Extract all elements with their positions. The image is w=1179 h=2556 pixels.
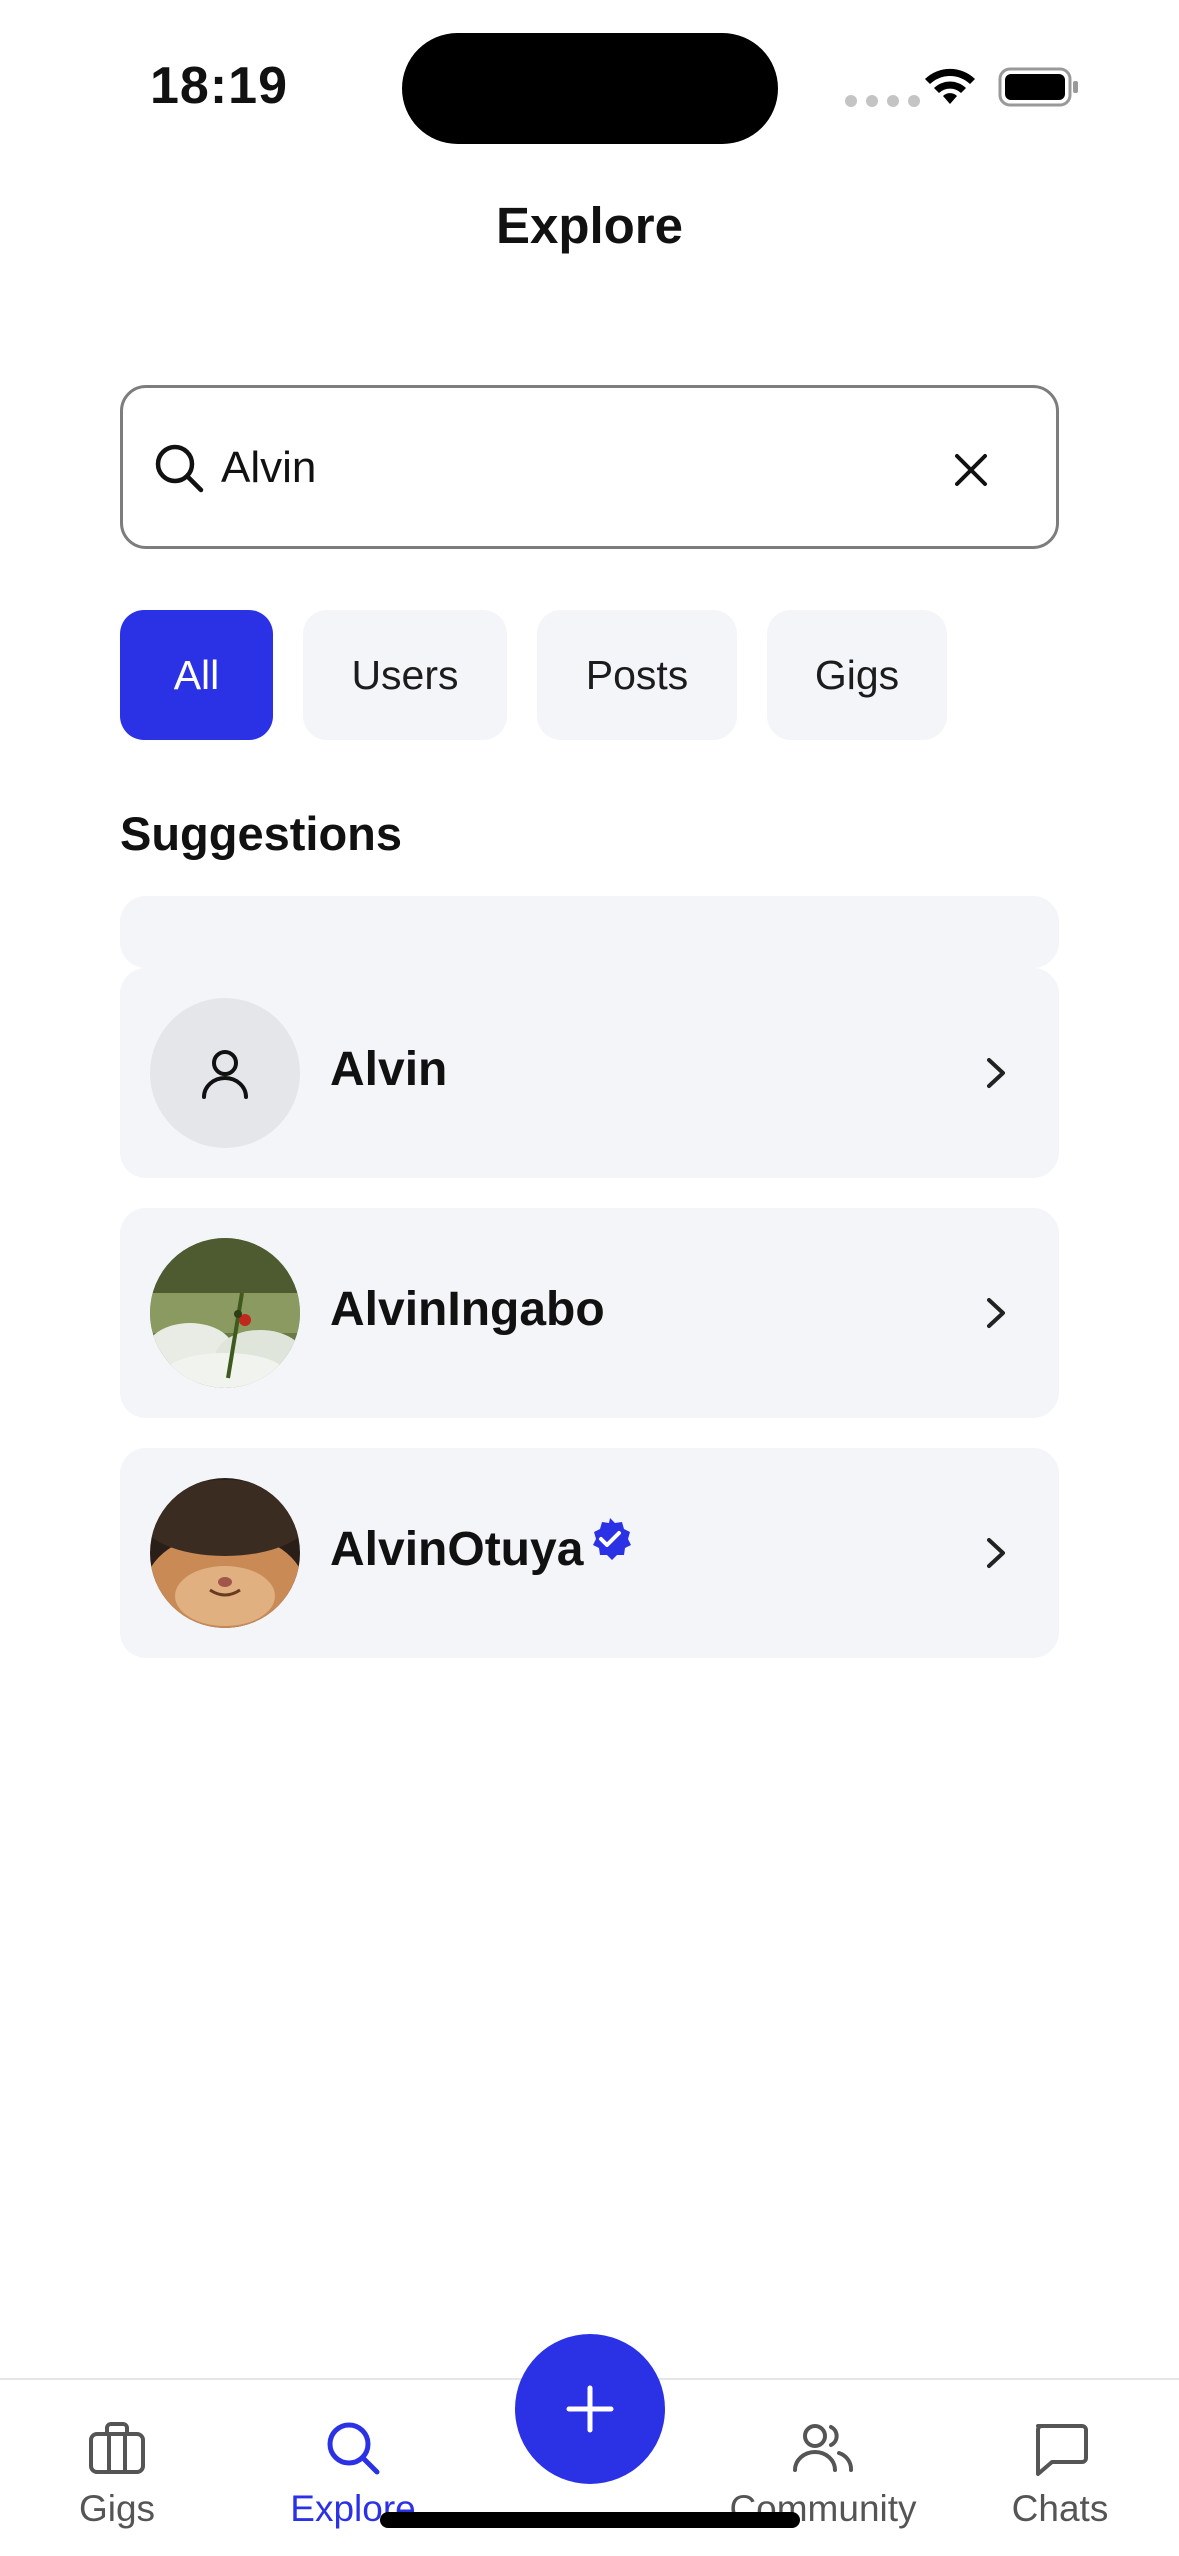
- status-time: 18:19: [150, 57, 288, 115]
- chevron-right-icon: [987, 1298, 1005, 1328]
- users-icon: [793, 2424, 853, 2472]
- cellular-signal-icon: [845, 95, 920, 107]
- list-item[interactable]: AlvinIngabo: [120, 1208, 1059, 1418]
- tab-explore[interactable]: Explore: [243, 2380, 463, 2556]
- avatar: [150, 1238, 300, 1388]
- list-item[interactable]: Alvin: [120, 968, 1059, 1178]
- tab-gigs[interactable]: Gigs: [7, 2380, 227, 2556]
- user-name: Alvin: [330, 1043, 448, 1096]
- filter-chip-gigs[interactable]: Gigs: [767, 610, 947, 740]
- search-input[interactable]: [221, 428, 921, 508]
- tab-chats[interactable]: Chats: [950, 2380, 1170, 2556]
- filter-chip-posts[interactable]: Posts: [537, 610, 737, 740]
- wifi-icon: [925, 68, 975, 104]
- tab-label: Chats: [1011, 2488, 1109, 2529]
- list-item-partial: [120, 896, 1059, 968]
- battery-icon: [998, 67, 1078, 107]
- verified-badge-icon: [593, 1517, 632, 1560]
- user-name: AlvinOtuya: [330, 1517, 633, 1577]
- default-user-icon: [150, 998, 300, 1148]
- close-icon[interactable]: [933, 432, 1009, 508]
- filter-chip-all[interactable]: All: [120, 610, 273, 740]
- search-icon: [327, 2422, 380, 2475]
- search-box[interactable]: [120, 385, 1059, 549]
- home-indicator[interactable]: [380, 2512, 800, 2528]
- filter-chips: All Users Posts Gigs: [120, 610, 947, 740]
- avatar: [150, 1478, 300, 1628]
- plus-icon: [566, 2385, 614, 2433]
- status-bar: 18:19: [0, 0, 1179, 170]
- suggestions-title: Suggestions: [120, 807, 403, 860]
- search-icon: [155, 444, 204, 493]
- create-button[interactable]: [515, 2334, 665, 2484]
- user-name: AlvinIngabo: [330, 1283, 605, 1336]
- tab-community[interactable]: Community: [713, 2380, 933, 2556]
- briefcase-icon: [89, 2422, 145, 2474]
- filter-chip-users[interactable]: Users: [303, 610, 507, 740]
- page-title: Explore: [495, 197, 684, 254]
- dynamic-island: [402, 33, 778, 144]
- chevron-right-icon: [987, 1058, 1005, 1088]
- list-item[interactable]: AlvinOtuya: [120, 1448, 1059, 1658]
- chevron-right-icon: [987, 1538, 1005, 1568]
- tab-label: Gigs: [78, 2488, 156, 2529]
- chat-icon: [1036, 2424, 1088, 2476]
